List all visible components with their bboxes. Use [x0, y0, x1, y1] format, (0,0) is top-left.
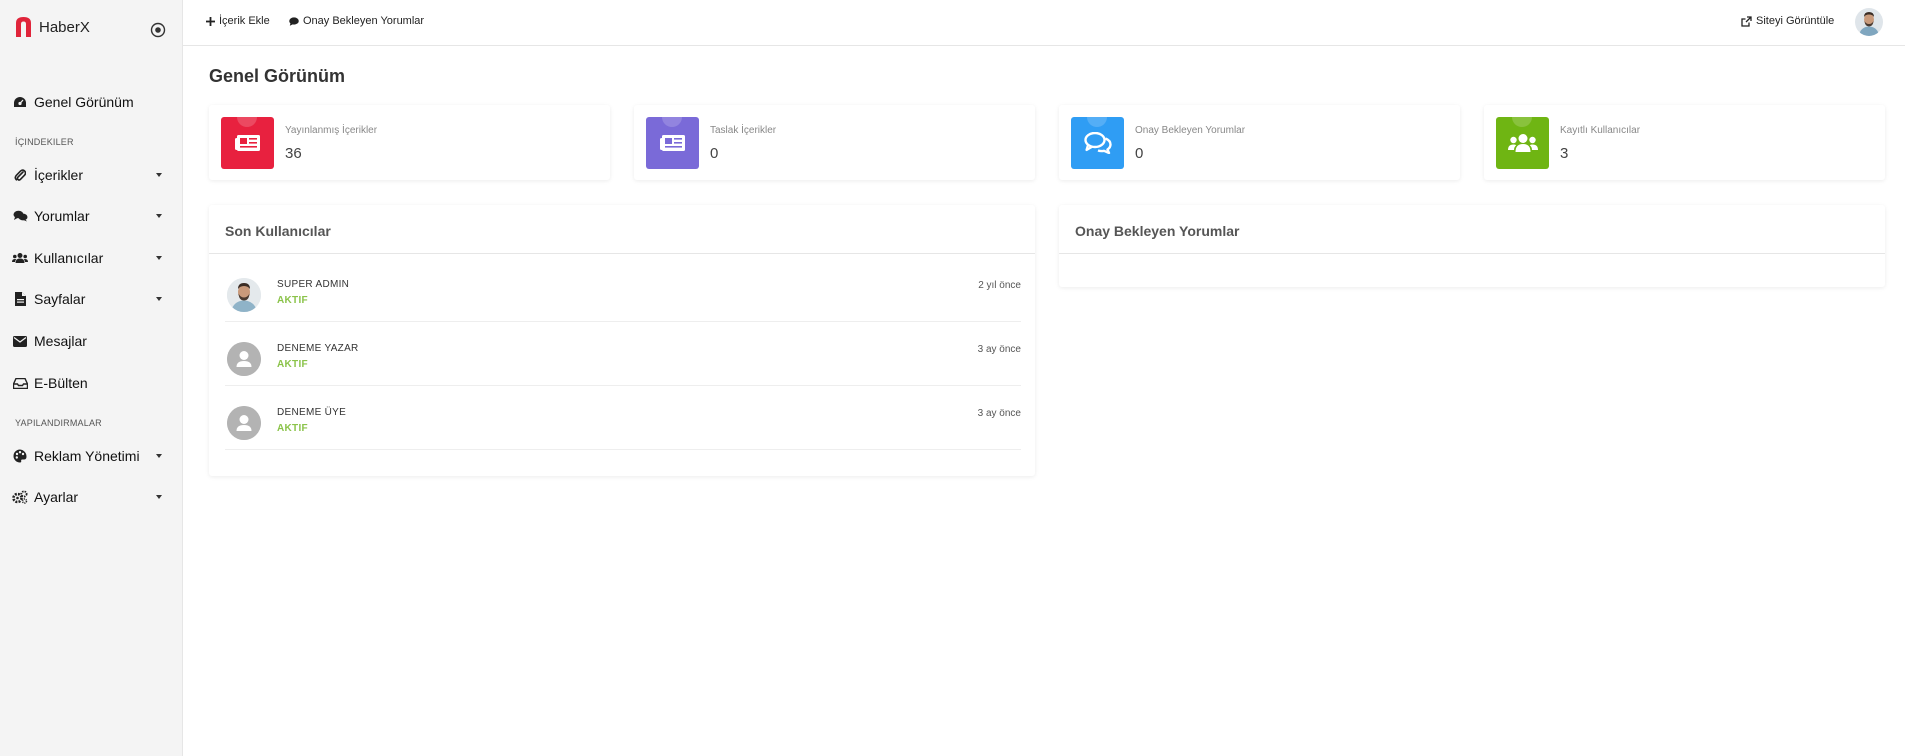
user-time: 3 ay önce	[977, 408, 1021, 419]
dashboard-icon	[12, 94, 28, 110]
haberx-logo-icon	[16, 17, 31, 37]
user-row[interactable]: SUPER ADMIN AKTIF 2 yıl önce	[225, 258, 1021, 322]
pending-comments-label: Onay Bekleyen Yorumlar	[303, 15, 425, 27]
brand-name: HaberX	[39, 18, 90, 36]
sidebar-item-label: Genel Görünüm	[34, 94, 134, 110]
stat-icon-box	[1496, 117, 1549, 169]
comment-icon	[289, 16, 299, 26]
pending-comments-panel: Onay Bekleyen Yorumlar	[1059, 205, 1885, 287]
sidebar-item-label: İçerikler	[34, 167, 84, 183]
plus-icon	[206, 16, 215, 26]
brand[interactable]: HaberX	[14, 16, 90, 38]
stat-icon-box	[646, 117, 699, 169]
sidebar-item-label: Ayarlar	[34, 489, 79, 505]
newspaper-icon	[659, 135, 685, 151]
stat-icon-box	[1071, 117, 1124, 169]
user-time: 3 ay önce	[977, 344, 1021, 355]
user-row[interactable]: DENEME ÜYE AKTIF 3 ay önce	[225, 386, 1021, 450]
stat-card-registered-users[interactable]: Kayıtlı Kullanıcılar 3	[1484, 105, 1885, 180]
user-name: DENEME ÜYE	[277, 407, 347, 418]
comments-icon	[1083, 132, 1112, 154]
panel-title: Onay Bekleyen Yorumlar	[1075, 223, 1240, 239]
add-content-link[interactable]: İçerik Ekle	[206, 15, 270, 27]
stat-value: 36	[285, 145, 302, 162]
chevron-down-icon	[156, 454, 162, 458]
stat-card-drafts[interactable]: Taslak İçerikler 0	[634, 105, 1035, 180]
stat-value: 0	[1135, 145, 1144, 162]
user-avatar[interactable]	[1855, 8, 1883, 36]
sidebar-item-label: Sayfalar	[34, 291, 86, 307]
panel-title: Son Kullanıcılar	[225, 223, 331, 239]
chevron-down-icon	[156, 256, 162, 260]
user-status: AKTIF	[277, 423, 308, 434]
divider	[209, 253, 1035, 254]
sidebar-item-users[interactable]: Kullanıcılar	[12, 244, 162, 272]
envelope-icon	[12, 333, 28, 349]
inbox-icon	[12, 375, 28, 391]
user-time: 2 yıl önce	[978, 280, 1021, 291]
chevron-down-icon	[156, 214, 162, 218]
user-name: DENEME YAZAR	[277, 343, 359, 354]
avatar	[227, 342, 261, 376]
topbar: İçerik Ekle Onay Bekleyen Yorumlar Sitey…	[183, 0, 1905, 46]
sidebar-item-label: Kullanıcılar	[34, 250, 104, 266]
stat-label: Onay Bekleyen Yorumlar	[1135, 125, 1246, 136]
stat-label: Yayınlanmış İçerikler	[285, 125, 378, 136]
chevron-down-icon	[156, 297, 162, 301]
stat-value: 0	[710, 145, 719, 162]
sidebar-toggle-icon[interactable]	[150, 22, 166, 38]
stat-label: Taslak İçerikler	[710, 125, 777, 136]
comments-icon	[12, 208, 28, 224]
section-heading-contents: İÇINDEKILER	[15, 137, 74, 147]
users-icon	[12, 250, 28, 266]
sidebar-item-label: Mesajlar	[34, 333, 87, 349]
sidebar-item-label: Reklam Yönetimi	[34, 448, 140, 464]
sidebar-item-settings[interactable]: Ayarlar	[12, 483, 162, 511]
pending-comments-link[interactable]: Onay Bekleyen Yorumlar	[289, 15, 424, 27]
sidebar-item-ads[interactable]: Reklam Yönetimi	[12, 442, 162, 470]
stat-value: 3	[1560, 145, 1569, 162]
divider	[1059, 253, 1885, 254]
cogs-icon	[12, 489, 28, 505]
sidebar-item-messages[interactable]: Mesajlar	[12, 327, 162, 355]
user-status: AKTIF	[277, 295, 308, 306]
users-icon	[1507, 134, 1538, 152]
sidebar-item-comments[interactable]: Yorumlar	[12, 202, 162, 230]
sidebar-item-pages[interactable]: Sayfalar	[12, 285, 162, 313]
page-title: Genel Görünüm	[209, 66, 346, 86]
recent-users-panel: Son Kullanıcılar SUPER ADMIN AKTIF 2 yıl…	[209, 205, 1035, 476]
view-site-link[interactable]: Siteyi Görüntüle	[1741, 15, 1834, 27]
user-row[interactable]: DENEME YAZAR AKTIF 3 ay önce	[225, 322, 1021, 386]
external-link-icon	[1741, 15, 1752, 27]
user-name: SUPER ADMIN	[277, 279, 350, 290]
user-status: AKTIF	[277, 359, 308, 370]
chevron-down-icon	[156, 173, 162, 177]
stat-label: Kayıtlı Kullanıcılar	[1560, 125, 1641, 136]
sidebar-item-newsletter[interactable]: E-Bülten	[12, 369, 162, 397]
stat-card-pending-comments[interactable]: Onay Bekleyen Yorumlar 0	[1059, 105, 1460, 180]
add-content-label: İçerik Ekle	[219, 15, 270, 27]
sidebar: HaberX Genel Görünüm İÇINDEKILER İçerikl…	[0, 0, 183, 756]
chevron-down-icon	[156, 495, 162, 499]
stat-icon-box	[221, 117, 274, 169]
palette-icon	[12, 448, 28, 464]
file-icon	[12, 291, 28, 307]
sidebar-item-label: Yorumlar	[34, 208, 90, 224]
paperclip-icon	[12, 167, 28, 183]
section-heading-configurations: YAPILANDIRMALAR	[15, 418, 102, 428]
avatar	[227, 278, 261, 312]
sidebar-item-contents[interactable]: İçerikler	[12, 161, 162, 189]
avatar	[227, 406, 261, 440]
sidebar-item-label: E-Bülten	[34, 375, 88, 391]
stat-card-published[interactable]: Yayınlanmış İçerikler 36	[209, 105, 610, 180]
view-site-label: Siteyi Görüntüle	[1756, 15, 1835, 27]
sidebar-item-dashboard[interactable]: Genel Görünüm	[12, 88, 162, 116]
newspaper-icon	[234, 135, 260, 151]
